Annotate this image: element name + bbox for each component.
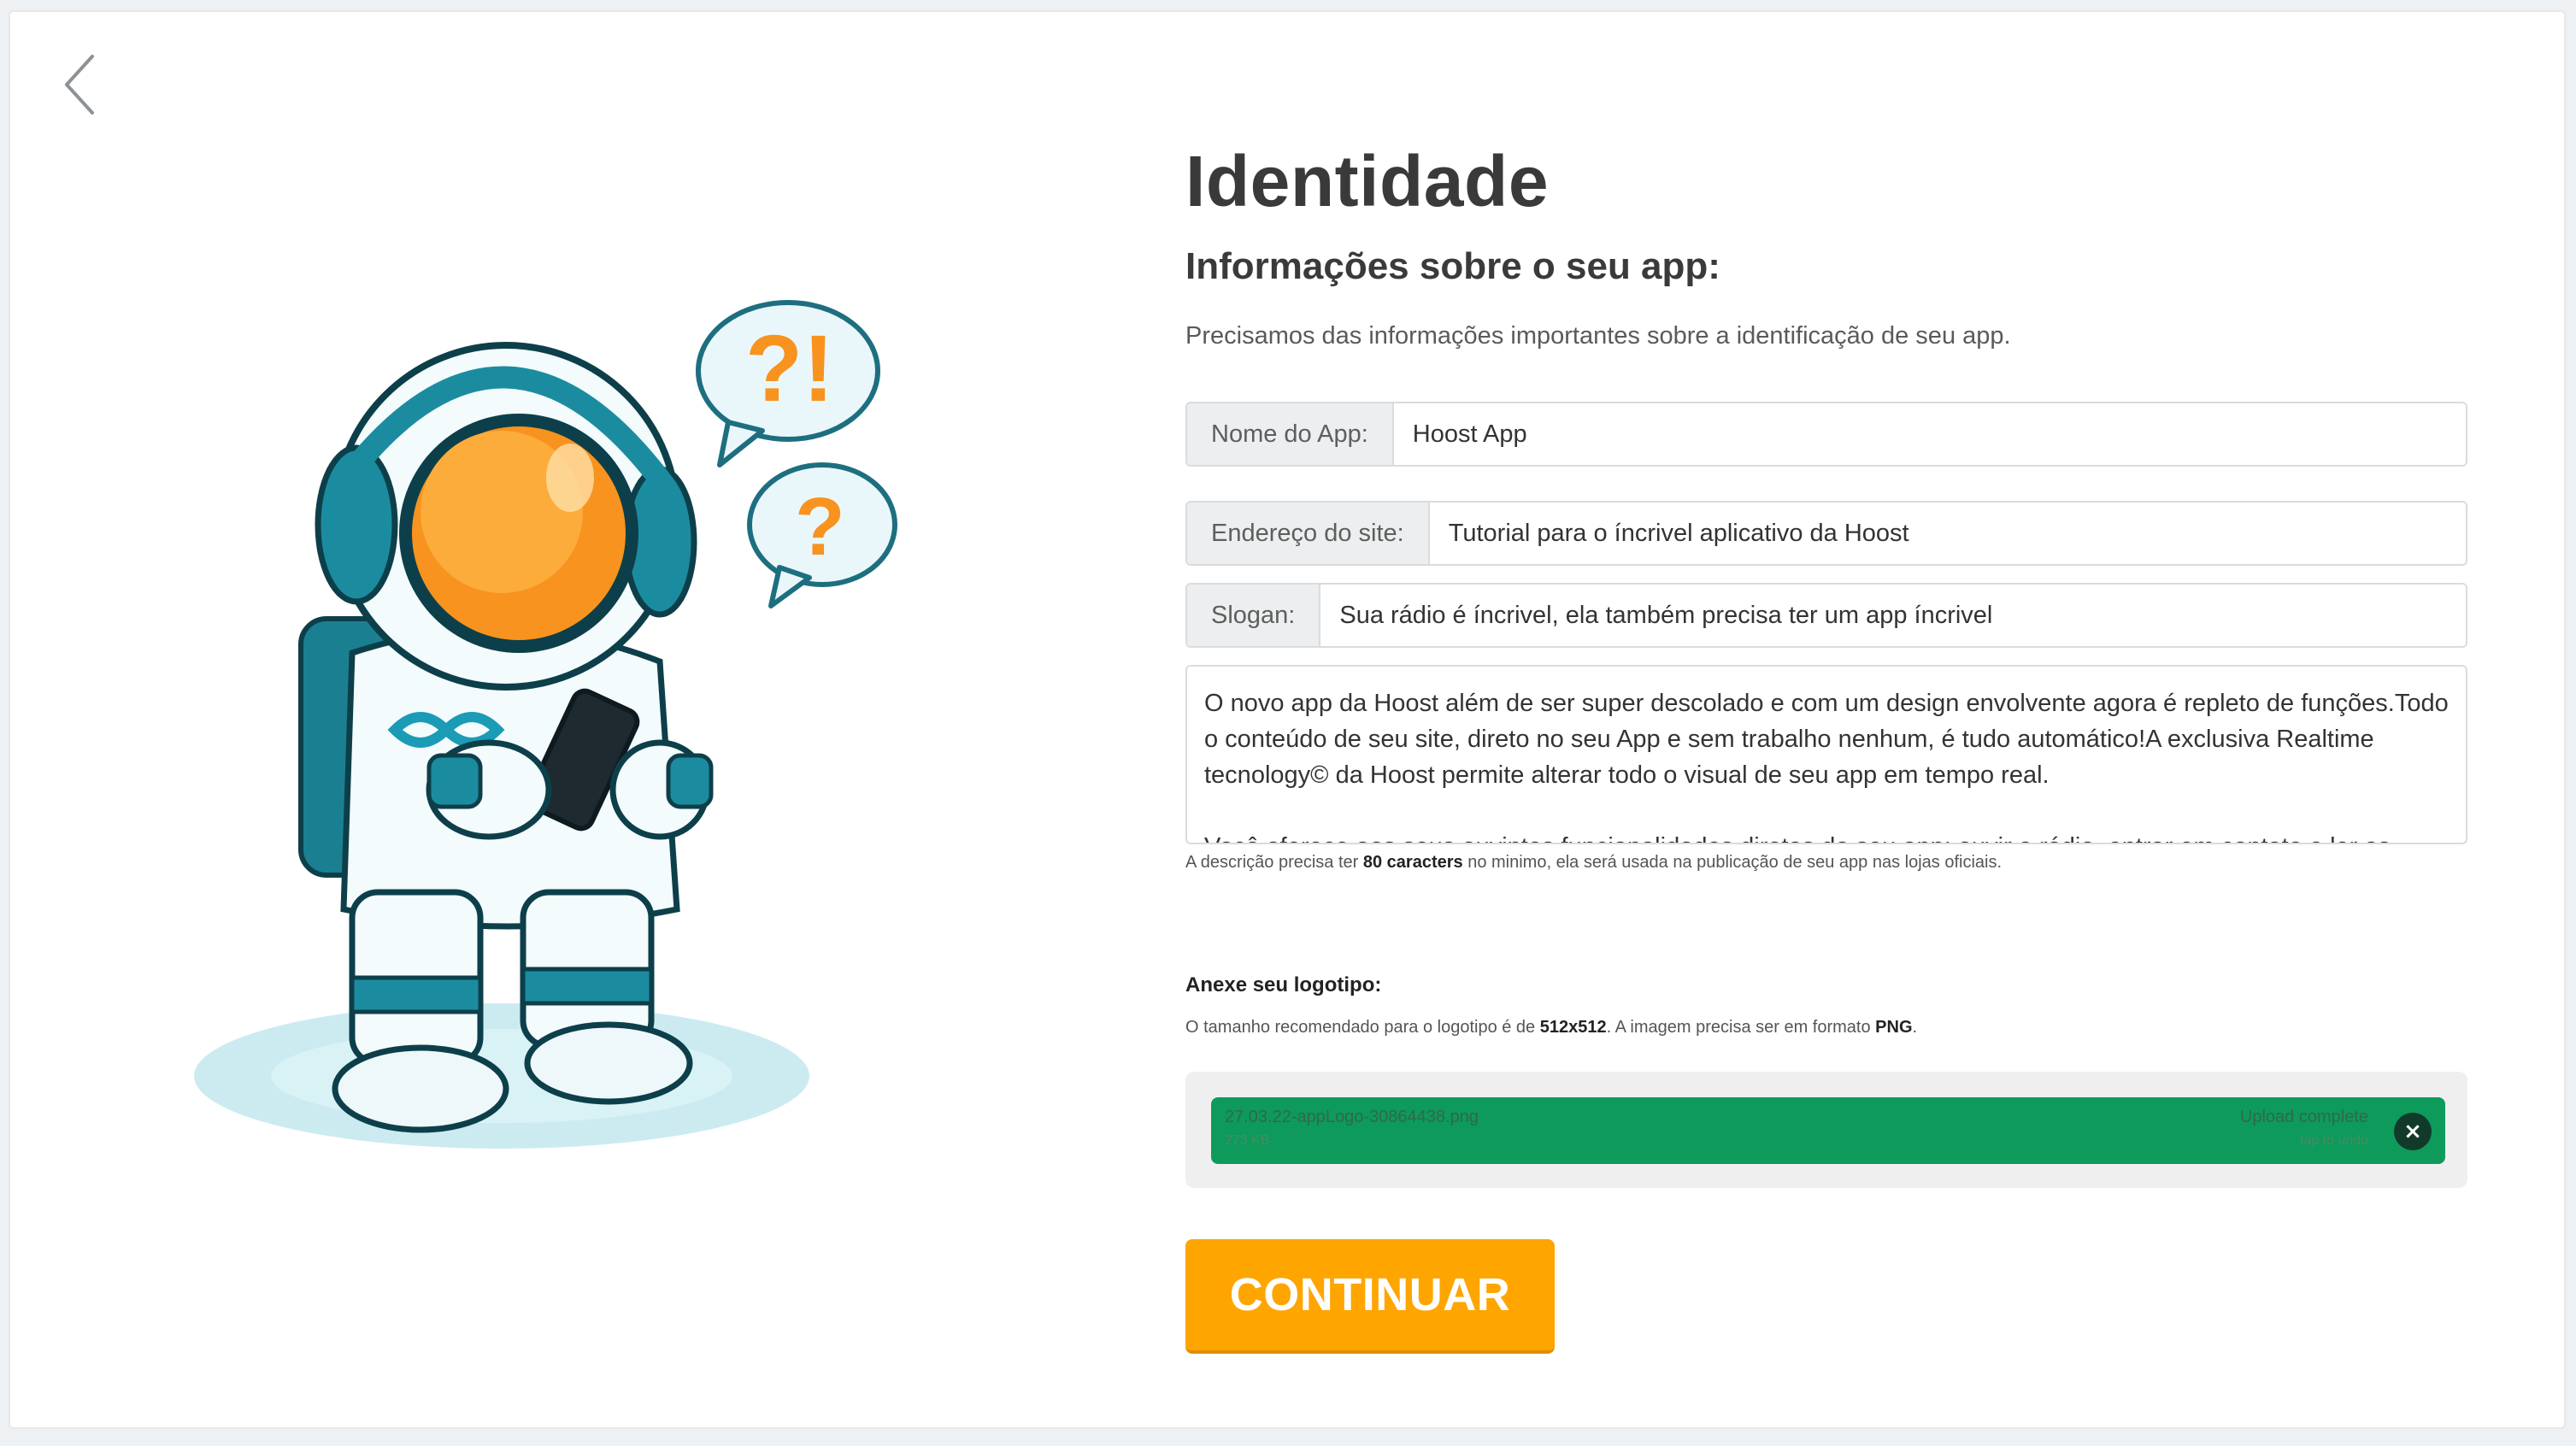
site-address-group: Endereço do site: Tutorial para o íncriv…	[1185, 501, 2467, 566]
description-paragraph-2: Você oferece aos seus ouvintes funcional…	[1204, 829, 2449, 843]
logo-hint-before: O tamanho recomendado para o logotipo é …	[1185, 1018, 1540, 1037]
slogan-group: Slogan: Sua rádio é íncrivel, ela também…	[1185, 583, 2467, 648]
remove-file-button[interactable]: ×	[2394, 1113, 2432, 1150]
back-button[interactable]	[55, 46, 106, 123]
slogan-label: Slogan:	[1187, 585, 1321, 646]
chevron-left-icon	[65, 55, 94, 115]
description-paragraph-1: O novo app da Hoost além de ser super de…	[1204, 690, 2449, 789]
logo-upload-area[interactable]: 27.03.22-appLogo-30864438.png 273 KB Upl…	[1185, 1072, 2467, 1188]
svg-text:?!: ?!	[745, 316, 834, 421]
app-name-label: Nome do App:	[1187, 403, 1394, 465]
svg-text:?: ?	[795, 481, 845, 573]
logo-hint-format: PNG	[1875, 1018, 1913, 1037]
description-textarea[interactable]: O novo app da Hoost além de ser super de…	[1185, 665, 2467, 844]
logo-hint: O tamanho recomendado para o logotipo é …	[1185, 1018, 2467, 1037]
page-subtitle: Informações sobre o seu app:	[1185, 245, 1720, 287]
site-address-label: Endereço do site:	[1187, 503, 1430, 564]
description-hint-after: no minimo, ela será usada na publicação …	[1462, 853, 2003, 872]
astronaut-illustration: ?! ?	[181, 294, 950, 1166]
upload-status: Upload complete	[2239, 1108, 2368, 1126]
site-address-input[interactable]: Tutorial para o íncrivel aplicativo da H…	[1429, 503, 2466, 564]
description-hint-before: A descrição precisa ter	[1185, 853, 1363, 872]
logo-section-title: Anexe seu logotipo:	[1185, 973, 1382, 996]
question-bubble: ?	[747, 462, 897, 608]
uploaded-file-name: 27.03.22-appLogo-30864438.png	[1225, 1108, 1479, 1126]
page-title: Identidade	[1185, 141, 1550, 221]
intro-text: Precisamos das informações importantes s…	[1185, 322, 2011, 350]
logo-hint-after: .	[1912, 1018, 1918, 1037]
logo-hint-middle: . A imagem precisa ser em formato	[1606, 1018, 1876, 1037]
description-hint: A descrição precisa ter 80 caracters no …	[1185, 853, 2467, 873]
uploaded-file-size: 273 KB	[1225, 1133, 1270, 1148]
main-card: ?! ? Identidade Informações sobre o seu …	[9, 10, 2566, 1429]
app-name-group: Nome do App: Hoost App	[1185, 402, 2467, 467]
identity-form: Identidade Informações sobre o seu app: …	[1185, 140, 2467, 1354]
logo-hint-size: 512x512	[1539, 1018, 1607, 1037]
description-hint-bold: 80 caracters	[1362, 853, 1463, 872]
upload-undo-hint[interactable]: tap to undo	[2300, 1133, 2368, 1149]
question-exclamation-bubble: ?!	[696, 300, 880, 467]
uploaded-file-item: 27.03.22-appLogo-30864438.png 273 KB Upl…	[1211, 1097, 2445, 1164]
app-name-input[interactable]: Hoost App	[1393, 403, 2466, 465]
continue-button[interactable]: CONTINUAR	[1185, 1239, 1555, 1354]
slogan-input[interactable]: Sua rádio é íncrivel, ela também precisa…	[1320, 585, 2466, 646]
